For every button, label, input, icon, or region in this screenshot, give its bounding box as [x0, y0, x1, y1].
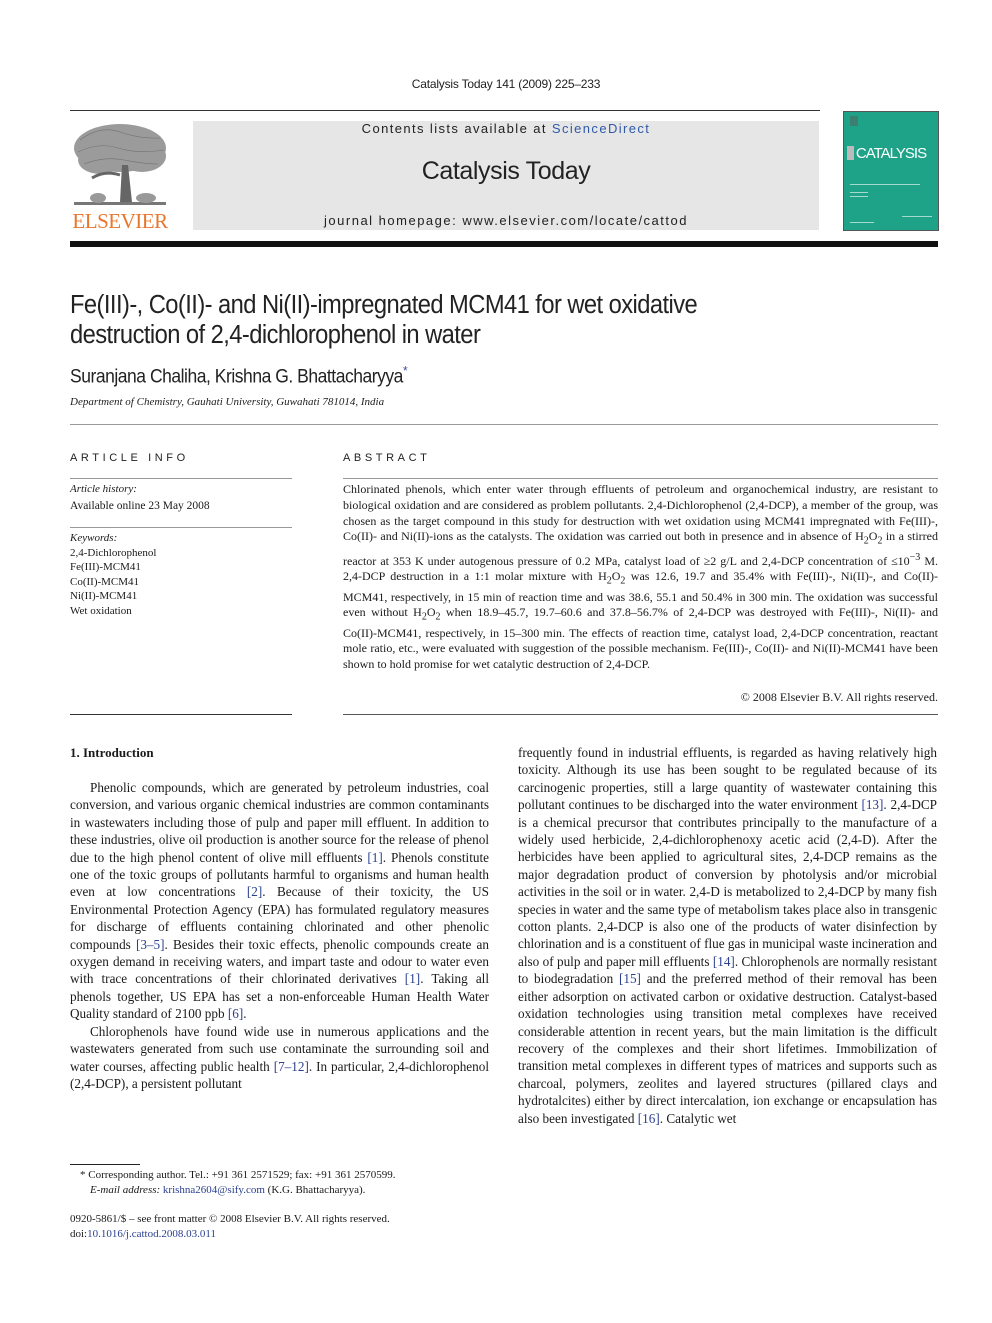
title-line-2: destruction of 2,4-dichlorophenol in wat… — [70, 321, 481, 349]
issn-line: 0920-5861/$ – see front matter © 2008 El… — [70, 1213, 390, 1225]
footnote-line-2: E-mail address: krishna2604@sify.com (K.… — [90, 1183, 366, 1196]
keyword: Fe(III)-MCM41 — [70, 561, 141, 574]
title-line-1: Fe(III)-, Co(II)- and Ni(II)-impregnated… — [70, 291, 698, 319]
citation-link[interactable]: [13] — [861, 797, 883, 812]
doi-line: doi:10.1016/j.cattod.2008.03.011 — [70, 1227, 216, 1240]
keywords-label: Keywords: — [70, 532, 118, 544]
cover-title: CATALYSIS — [855, 145, 927, 162]
citation-link[interactable]: [7–12] — [274, 1059, 309, 1074]
keywords-list: 2,4-Dichlorophenol Fe(III)-MCM41 Co(II)-… — [70, 546, 156, 618]
divider — [70, 714, 292, 715]
citation-link[interactable]: [3–5] — [136, 937, 165, 952]
abstract-segment: Chlorinated phenols, which enter water t… — [343, 482, 938, 544]
cover-publisher-mark — [850, 116, 858, 126]
cover-line — [850, 196, 868, 197]
keyword: Ni(II)-MCM41 — [70, 590, 138, 603]
cover-line — [902, 216, 932, 217]
keyword: Co(II)-MCM41 — [70, 575, 140, 588]
article-history-value: Available online 23 May 2008 — [70, 500, 210, 512]
text-run: . 2,4-DCP is a chemical precursor that c… — [518, 797, 938, 969]
exponent: −3 — [909, 551, 921, 563]
cover-line — [850, 192, 868, 193]
divider — [343, 478, 938, 479]
journal-homepage[interactable]: journal homepage: www.elsevier.com/locat… — [193, 213, 819, 228]
citation-link[interactable]: [14] — [713, 954, 735, 969]
body-column-left: Phenolic compounds, which are generated … — [70, 779, 489, 1092]
journal-cover-thumbnail: CATALYSIS — [843, 111, 939, 231]
doi-link[interactable]: 10.1016/j.cattod.2008.03.011 — [87, 1228, 216, 1240]
contents-prefix: Contents lists available at — [361, 121, 552, 136]
author-names: Suranjana Chaliha, Krishna G. Bhattachar… — [70, 366, 403, 388]
footnote-line-1: * Corresponding author. Tel.: +91 361 25… — [80, 1169, 396, 1181]
footnote: * Corresponding author. Tel.: +91 361 25… — [70, 1168, 395, 1197]
article-history-label: Article history: — [70, 483, 137, 495]
affiliation: Department of Chemistry, Gauhati Univers… — [70, 396, 385, 408]
section-heading-introduction: 1. Introduction — [70, 745, 154, 760]
citation-link[interactable]: [15] — [619, 971, 641, 986]
abstract-copyright: © 2008 Elsevier B.V. All rights reserved… — [740, 690, 938, 704]
issn-block: 0920-5861/$ – see front matter © 2008 El… — [70, 1212, 390, 1241]
citation-link[interactable]: [1] — [367, 850, 382, 865]
paragraph: Chlorophenols have found wide use in num… — [70, 1023, 489, 1093]
h2o2-formula: H2O2 — [855, 529, 883, 547]
keyword: Wet oxidation — [70, 604, 132, 617]
h2o2-formula: H2O2 — [598, 569, 626, 587]
paragraph: Phenolic compounds, which are generated … — [70, 779, 489, 1023]
keyword: 2,4-Dichlorophenol — [70, 547, 157, 559]
divider — [70, 478, 292, 479]
top-rule — [70, 110, 820, 111]
email-link[interactable]: krishna2604@sify.com — [163, 1184, 265, 1196]
citation-link[interactable]: [16] — [638, 1111, 660, 1126]
running-head: Catalysis Today 141 (2009) 225–233 — [411, 77, 601, 91]
footnote-rule — [70, 1164, 140, 1165]
divider — [343, 714, 938, 715]
text-run: . Catalytic wet — [659, 1110, 737, 1126]
article-info-heading: ARTICLE INFO — [70, 452, 189, 464]
article-title: Fe(III)-, Co(II)- and Ni(II)-impregnated… — [70, 290, 870, 350]
journal-title: Catalysis Today — [421, 157, 591, 185]
citation-link[interactable]: [6] — [228, 1006, 243, 1021]
text-run: and the preferred method of their remova… — [518, 971, 938, 1126]
cover-line — [850, 184, 920, 185]
cover-line — [850, 222, 874, 223]
abstract-text: Chlorinated phenols, which enter water t… — [343, 482, 938, 673]
abstract-heading: ABSTRACT — [343, 452, 431, 464]
authors: Suranjana Chaliha, Krishna G. Bhattachar… — [70, 363, 408, 388]
corresponding-author-mark[interactable]: * — [403, 363, 408, 378]
sciencedirect-link[interactable]: ScienceDirect — [552, 121, 650, 136]
paragraph: frequently found in industrial effluents… — [518, 744, 937, 1127]
tree-icon — [74, 124, 166, 205]
h2o2-formula: H2O2 — [413, 605, 441, 623]
divider — [70, 527, 292, 528]
citation-link[interactable]: [1] — [405, 971, 420, 986]
divider — [70, 424, 938, 425]
elsevier-wordmark: ELSEVIER — [72, 209, 168, 233]
header-thick-rule — [70, 241, 938, 247]
contents-line: Contents lists available at ScienceDirec… — [193, 121, 819, 136]
body-column-right: frequently found in industrial effluents… — [518, 744, 937, 1127]
citation-link[interactable]: [2] — [247, 884, 262, 899]
text-run: . — [243, 1006, 247, 1022]
